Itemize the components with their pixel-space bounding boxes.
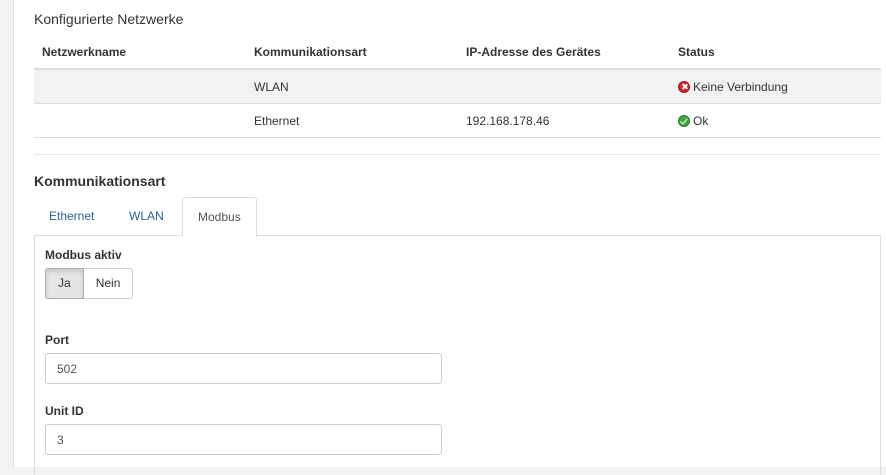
communication-type-title: Kommunikationsart <box>34 173 166 189</box>
column-header-status: Status <box>670 35 881 70</box>
modbus-tab-content: Modbus aktiv Ja Nein Port Unit ID <box>34 235 881 475</box>
table-row: Ethernet 192.168.178.46 Ok <box>34 103 881 138</box>
cell-ip-address <box>458 69 670 104</box>
status-text: Ok <box>693 113 709 128</box>
configured-networks-title: Konfigurierte Netzwerke <box>34 11 184 27</box>
unit-id-input[interactable] <box>45 424 442 455</box>
table-row: WLAN Keine Verbindung <box>34 69 881 104</box>
column-header-network-name: Netzwerkname <box>34 35 246 70</box>
column-header-ip-address: IP-Adresse des Gerätes <box>458 35 670 70</box>
cell-communication-type: WLAN <box>246 69 458 104</box>
modbus-yes-button[interactable]: Ja <box>45 268 84 299</box>
cell-network-name <box>34 69 246 104</box>
cell-status: Ok <box>670 103 881 138</box>
modbus-active-label: Modbus aktiv <box>45 248 122 262</box>
networks-table: Netzwerkname Kommunikationsart IP-Adress… <box>34 35 881 138</box>
port-input[interactable] <box>45 353 442 384</box>
status-text: Keine Verbindung <box>693 79 788 94</box>
section-divider <box>34 154 881 155</box>
ok-icon <box>678 114 690 127</box>
tab-modbus[interactable]: Modbus <box>182 197 257 237</box>
cell-status: Keine Verbindung <box>670 69 881 104</box>
modbus-no-button[interactable]: Nein <box>83 268 134 299</box>
tab-ethernet[interactable]: Ethernet <box>34 197 109 236</box>
unit-id-label: Unit ID <box>45 404 84 418</box>
modbus-active-toggle: Ja Nein <box>45 268 134 299</box>
cell-network-name <box>34 103 246 138</box>
table-header-row: Netzwerkname Kommunikationsart IP-Adress… <box>34 35 881 70</box>
tab-wlan[interactable]: WLAN <box>114 197 179 236</box>
port-label: Port <box>45 333 69 347</box>
column-header-communication-type: Kommunikationsart <box>246 35 458 70</box>
main-panel: Konfigurierte Netzwerke Netzwerkname Kom… <box>13 0 886 475</box>
cell-ip-address: 192.168.178.46 <box>458 103 670 138</box>
cell-communication-type: Ethernet <box>246 103 458 138</box>
communication-tabs: Ethernet WLAN Modbus <box>34 197 881 237</box>
error-icon <box>678 80 690 93</box>
